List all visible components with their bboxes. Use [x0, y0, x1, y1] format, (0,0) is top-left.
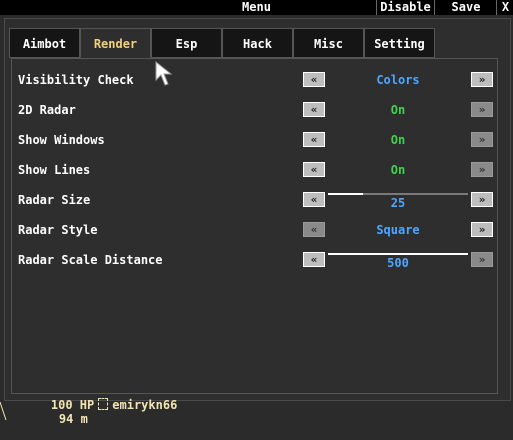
setting-value: Colors: [376, 73, 420, 87]
increase-button[interactable]: »: [471, 162, 493, 177]
setting-row-radar-size: Radar Size « 25 »: [12, 191, 497, 211]
setting-label: Radar Scale Distance: [18, 253, 163, 267]
tab-esp[interactable]: Esp: [151, 28, 222, 58]
setting-row-show-lines: Show Lines « On »: [12, 161, 497, 181]
radar-size-slider[interactable]: [328, 193, 468, 195]
player-box-icon: [98, 398, 109, 410]
increase-button[interactable]: »: [471, 132, 493, 147]
render-settings-panel: Visibility Check « Colors » 2D Radar « O…: [11, 58, 498, 394]
title-bar: Menu Disable Save X: [0, 0, 513, 15]
setting-label: Show Windows: [18, 133, 105, 147]
increase-button[interactable]: »: [471, 102, 493, 117]
player-name: emirykn66: [112, 398, 178, 412]
disable-button[interactable]: Disable: [376, 0, 434, 15]
tab-setting[interactable]: Setting: [364, 28, 435, 58]
save-button[interactable]: Save: [434, 0, 497, 15]
setting-label: Radar Style: [18, 223, 98, 237]
decrease-button[interactable]: «: [303, 222, 325, 237]
mouse-cursor-icon: [155, 60, 173, 86]
tab-hack[interactable]: Hack: [222, 28, 293, 58]
setting-value: On: [390, 103, 406, 117]
decrease-button[interactable]: «: [303, 102, 325, 117]
setting-value: 500: [387, 256, 409, 270]
slider-fill: [328, 193, 363, 195]
increase-button[interactable]: »: [471, 192, 493, 207]
player-esp-overlay: 100 HP emirykn66 94 m: [22, 384, 178, 426]
setting-value: 25: [390, 196, 406, 210]
decrease-button[interactable]: «: [303, 162, 325, 177]
player-distance: 94 m: [58, 412, 88, 426]
tab-aimbot[interactable]: Aimbot: [9, 28, 80, 58]
setting-label: Radar Size: [18, 193, 91, 207]
slider-fill: [328, 253, 468, 255]
radar-scale-distance-slider[interactable]: [328, 253, 468, 255]
increase-button[interactable]: »: [471, 72, 493, 87]
close-button[interactable]: X: [496, 0, 513, 15]
setting-row-2d-radar: 2D Radar « On »: [12, 101, 497, 121]
menu-window: Aimbot Render Esp Hack Misc Setting Visi…: [4, 18, 511, 401]
setting-label: 2D Radar: [18, 103, 76, 117]
setting-row-visibility-check: Visibility Check « Colors »: [12, 71, 497, 91]
decrease-button[interactable]: «: [303, 192, 325, 207]
setting-label: Show Lines: [18, 163, 91, 177]
decrease-button[interactable]: «: [303, 72, 325, 87]
setting-row-radar-scale-distance: Radar Scale Distance « 500 »: [12, 251, 497, 271]
setting-value: On: [390, 133, 406, 147]
scratch-line-icon: [0, 401, 7, 421]
increase-button[interactable]: »: [471, 252, 493, 267]
setting-value: Square: [376, 223, 420, 237]
setting-row-radar-style: Radar Style « Square »: [12, 221, 497, 241]
decrease-button[interactable]: «: [303, 132, 325, 147]
tab-misc[interactable]: Misc: [293, 28, 364, 58]
increase-button[interactable]: »: [471, 222, 493, 237]
setting-value: On: [390, 163, 406, 177]
player-hp: 100 HP: [50, 398, 95, 412]
decrease-button[interactable]: «: [303, 252, 325, 267]
setting-row-show-windows: Show Windows « On »: [12, 131, 497, 151]
tab-render[interactable]: Render: [80, 28, 151, 58]
setting-label: Visibility Check: [18, 73, 134, 87]
